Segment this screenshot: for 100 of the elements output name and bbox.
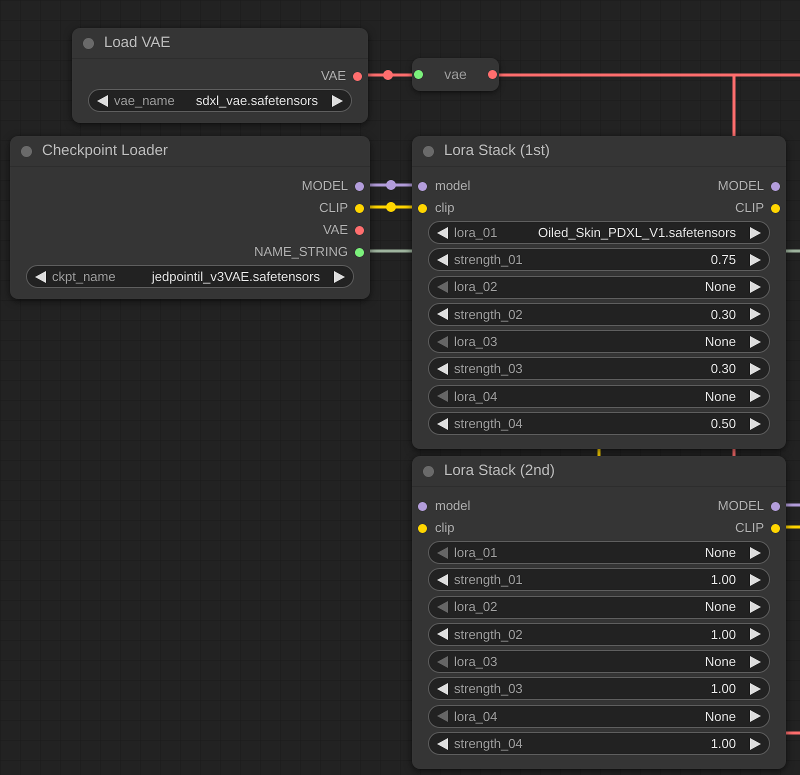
right-arrow-icon[interactable] [750, 390, 761, 402]
widget-label: lora_02 [454, 598, 498, 616]
combo-field[interactable]: lora_04 None [428, 384, 770, 408]
combo-field[interactable]: lora_01 None [428, 541, 770, 564]
widget-label: strength_01 [454, 571, 523, 590]
combo-field[interactable]: strength_01 1.00 [428, 568, 770, 592]
widget-label: vae_name [114, 92, 175, 110]
port-label: model [435, 177, 470, 196]
combo-field[interactable]: lora_04 None [428, 704, 770, 728]
port-label: MODEL [718, 177, 764, 196]
node-panel[interactable]: Lora Stack (1st) model MODEL clip CLIP lora_01 Oiled_Skin_PDXL_V1.safetensors strength_01 0.75 lora_02 None strength_02 0.30 lora_03 None strength_03 0.30 lora_04 None strength_04 0.50 [412, 136, 786, 450]
left-arrow-icon[interactable] [437, 418, 448, 430]
right-arrow-icon[interactable] [750, 418, 761, 430]
widget-label: strength_03 [454, 360, 523, 378]
widget-value: sdxl_vae.safetensors [196, 92, 318, 110]
combo-field[interactable]: lora_03 None [428, 330, 770, 354]
combo-field[interactable]: strength_03 0.30 [428, 357, 770, 380]
port-label: NAME_STRING [254, 243, 348, 262]
left-arrow-icon[interactable] [437, 254, 448, 266]
port-label: CLIP [735, 519, 764, 538]
node-title: Checkpoint Loader [42, 140, 168, 161]
port-label: MODEL [302, 177, 348, 196]
widget-value: 1.00 [710, 680, 736, 698]
combo-field[interactable]: strength_02 0.30 [428, 302, 770, 326]
widget-value: 1.00 [710, 626, 736, 644]
combo-field[interactable]: lora_02 None [428, 596, 770, 619]
widget-value: 0.50 [710, 414, 736, 433]
widget-label: lora_01 [454, 544, 498, 562]
right-arrow-icon[interactable] [750, 281, 761, 294]
right-arrow-icon[interactable] [750, 710, 761, 722]
combo-field[interactable]: strength_04 0.50 [428, 412, 770, 436]
reroute-node[interactable]: vae [412, 58, 499, 91]
right-arrow-icon[interactable] [750, 682, 761, 695]
left-arrow-icon[interactable] [437, 362, 448, 375]
widget-value: 0.75 [710, 251, 736, 270]
right-arrow-icon[interactable] [750, 226, 761, 238]
widget-value: None [704, 652, 736, 671]
widget-value: None [704, 332, 736, 351]
node-panel[interactable]: Load VAE VAE vae_name sdxl_vae.safetensors [72, 28, 368, 123]
node-title: Lora Stack (2nd) [444, 460, 555, 481]
right-arrow-icon[interactable] [750, 362, 761, 375]
widget-value: Oiled_Skin_PDXL_V1.safetensors [538, 224, 736, 242]
left-arrow-icon[interactable] [437, 738, 448, 750]
widget-label: lora_04 [454, 388, 498, 406]
widget-value: None [704, 598, 736, 616]
widget-label: lora_01 [454, 224, 498, 242]
widget-label: lora_02 [454, 278, 498, 296]
widget-label: strength_01 [454, 251, 523, 270]
node-panel[interactable]: Checkpoint Loader MODEL CLIP VAE NAME_STRING ckpt_name jedpointil_v3VAE.safetensors [10, 136, 370, 299]
widget-label: ckpt_name [52, 268, 116, 286]
widget-value: None [704, 708, 736, 726]
widget-label: lora_03 [454, 332, 498, 351]
widget-value: jedpointil_v3VAE.safetensors [152, 268, 320, 286]
combo-field[interactable]: strength_01 0.75 [428, 248, 770, 272]
combo-field[interactable]: strength_02 1.00 [428, 622, 770, 646]
right-arrow-icon[interactable] [750, 574, 761, 586]
port-label: model [435, 497, 470, 516]
widget-label: strength_04 [454, 734, 523, 753]
combo-field[interactable]: lora_02 None [428, 276, 770, 299]
widget-value: None [704, 388, 736, 406]
port-label: clip [435, 199, 455, 218]
port-label: CLIP [735, 199, 764, 218]
widget-label: strength_02 [454, 626, 523, 644]
combo-field[interactable]: lora_01 Oiled_Skin_PDXL_V1.safetensors [428, 221, 770, 244]
widget-value: 1.00 [710, 571, 736, 590]
node-panel[interactable]: Lora Stack (2nd) model MODEL clip CLIP lora_01 None strength_01 1.00 lora_02 None strength_02 1.00 lora_03 None strength_03 1.00 lora_04 None strength_04 1.00 [412, 456, 786, 770]
right-arrow-icon[interactable] [332, 94, 343, 106]
right-arrow-icon[interactable] [750, 336, 761, 348]
port-label: clip [435, 519, 455, 538]
left-arrow-icon[interactable] [437, 308, 448, 320]
left-arrow-icon[interactable] [35, 270, 46, 282]
left-arrow-icon[interactable] [437, 574, 448, 586]
widget-value: 0.30 [710, 306, 736, 324]
node-title: Load VAE [104, 32, 170, 53]
right-arrow-icon[interactable] [750, 628, 761, 640]
left-arrow-icon[interactable] [97, 94, 108, 106]
port-label: VAE [322, 221, 348, 240]
widget-value: 1.00 [710, 734, 736, 753]
widget-value: 0.30 [710, 360, 736, 378]
combo-field[interactable]: lora_03 None [428, 650, 770, 674]
right-arrow-icon[interactable] [750, 656, 761, 668]
right-arrow-icon[interactable] [750, 308, 761, 320]
widget-label: lora_04 [454, 708, 498, 726]
right-arrow-icon[interactable] [334, 270, 345, 282]
right-arrow-icon[interactable] [750, 738, 761, 750]
combo-field[interactable]: strength_04 1.00 [428, 732, 770, 756]
widget-label: lora_03 [454, 652, 498, 671]
right-arrow-icon[interactable] [750, 546, 761, 558]
widget-label: strength_02 [454, 306, 523, 324]
left-arrow-icon[interactable] [437, 628, 448, 640]
left-arrow-icon[interactable] [437, 226, 448, 238]
combo-field[interactable]: vae_name sdxl_vae.safetensors [88, 89, 352, 112]
right-arrow-icon[interactable] [750, 254, 761, 266]
combo-field[interactable]: strength_03 1.00 [428, 677, 770, 700]
right-arrow-icon[interactable] [750, 601, 761, 614]
combo-field[interactable]: ckpt_name jedpointil_v3VAE.safetensors [26, 265, 354, 288]
widget-value: None [704, 544, 736, 562]
widget-value: None [704, 278, 736, 296]
widget-label: strength_04 [454, 414, 523, 433]
left-arrow-icon[interactable] [437, 682, 448, 695]
